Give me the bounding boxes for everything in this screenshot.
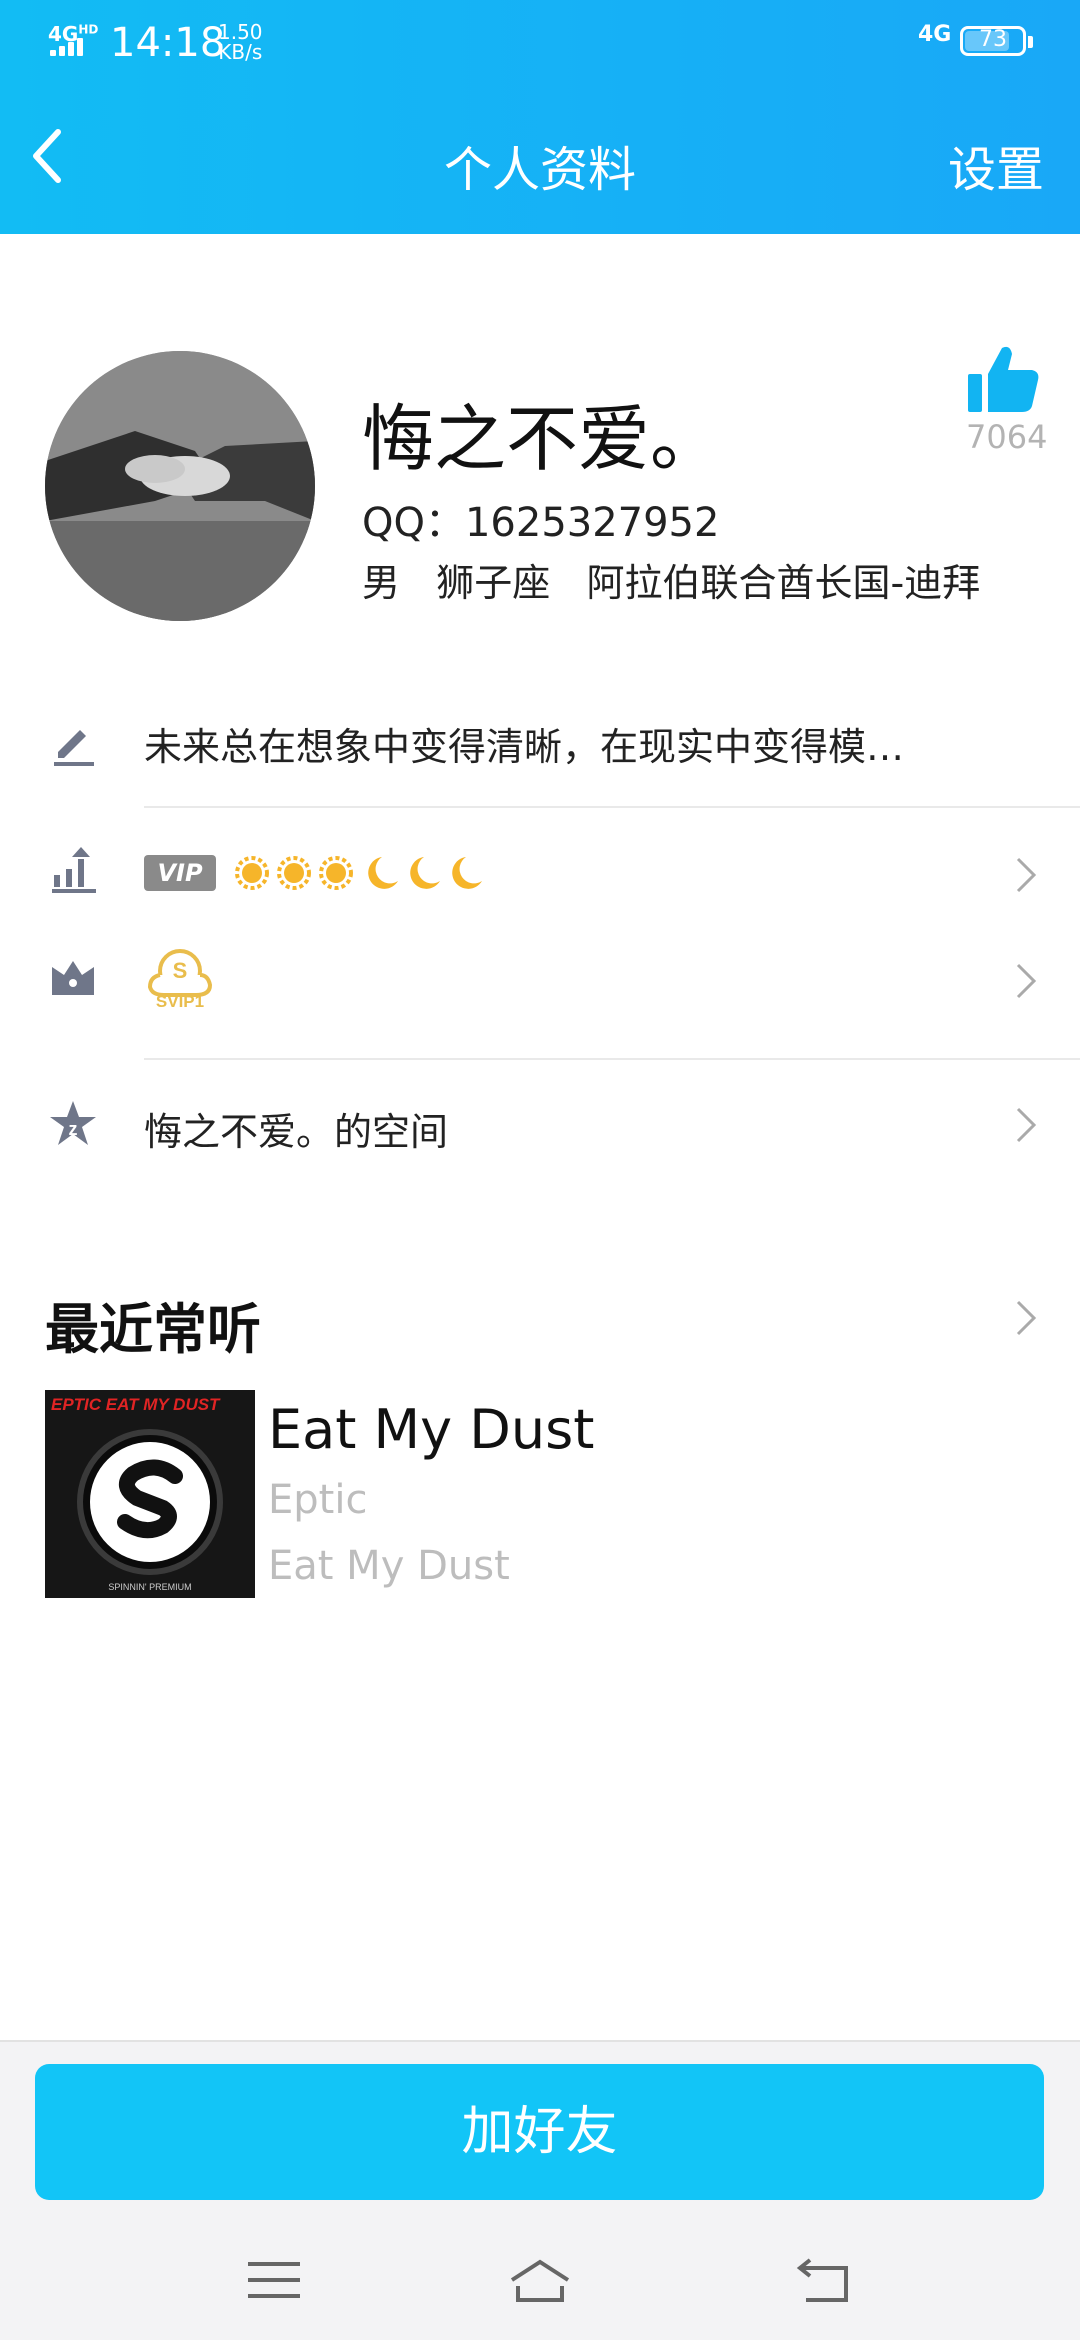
svg-text:S: S [173, 958, 188, 983]
header: 4GHD 14:18 1.50 KB/s 4G 73 个人资料 设置 [0, 0, 1080, 234]
svg-text:SPINNIN' PREMIUM: SPINNIN' PREMIUM [108, 1582, 191, 1592]
signature-text: 未来总在想象中变得清晰，在现实中变得模… [144, 725, 905, 769]
signature-row[interactable]: 未来总在想象中变得清晰，在现实中变得模… [0, 706, 1080, 778]
nickname: 悔之不爱。 [362, 397, 723, 481]
space-row[interactable]: z 悔之不爱。的空间 [0, 1095, 1080, 1155]
home-icon[interactable] [508, 2256, 572, 2306]
vip-level-icons [235, 856, 482, 890]
svg-text:EPTIC EAT MY DUST: EPTIC EAT MY DUST [51, 1395, 221, 1414]
sun-icon [277, 856, 311, 890]
vip-badge: VIP [144, 855, 216, 891]
zodiac: 狮子座 [436, 561, 551, 605]
space-label: 悔之不爱。的空间 [144, 1110, 449, 1154]
moon-icon [368, 857, 398, 889]
status-time: 14:18 [110, 20, 226, 66]
song-album: Eat My Dust [268, 1543, 510, 1589]
song-artist: Eptic [268, 1477, 368, 1523]
album-cover[interactable]: EPTIC EAT MY DUST SPINNIN' PREMIUM [45, 1390, 255, 1598]
svip-row[interactable]: S SVIP1 [0, 945, 1080, 1015]
sun-icon [235, 856, 269, 890]
divider [144, 806, 1080, 808]
svg-text:z: z [69, 1119, 78, 1139]
chevron-right-icon [1016, 963, 1037, 999]
menu-icon[interactable] [244, 2256, 304, 2306]
status-bar: 4GHD 14:18 1.50 KB/s 4G 73 [0, 0, 1080, 90]
crown-icon [52, 961, 94, 995]
add-friend-button[interactable]: 加好友 [35, 2064, 1044, 2200]
divider [144, 1058, 1080, 1060]
chevron-right-icon [1016, 857, 1037, 893]
recent-section-title: 最近常听 [45, 1298, 261, 1361]
chevron-right-icon [1016, 1107, 1037, 1143]
qq-number: QQ：1625327952 [362, 500, 720, 546]
thumbs-up-icon[interactable] [966, 344, 1040, 414]
network-speed: 1.50 KB/s [218, 20, 263, 64]
edit-icon [54, 730, 94, 766]
cell-type: 4G [918, 22, 952, 47]
page-title: 个人资料 [443, 142, 636, 198]
sun-icon [319, 856, 353, 890]
avatar[interactable] [45, 351, 315, 621]
moon-icon [452, 857, 482, 889]
moon-icon [410, 857, 440, 889]
vip-row[interactable]: VIP [0, 845, 1080, 901]
svip-badge-icon: S SVIP1 [147, 949, 213, 1009]
battery-icon: 73 [960, 26, 1033, 56]
profile-meta: 男 狮子座 阿拉伯联合酋长国-迪拜 [362, 552, 980, 607]
likes-count: 7064 [966, 418, 1048, 456]
location: 阿拉伯联合酋长国-迪拜 [586, 561, 981, 605]
song-title[interactable]: Eat My Dust [268, 1398, 594, 1461]
level-up-icon [52, 847, 96, 893]
gender: 男 [362, 561, 401, 605]
back-nav-icon[interactable] [796, 2256, 856, 2306]
qzone-star-icon: z [50, 1101, 96, 1145]
svg-text:SVIP1: SVIP1 [156, 992, 204, 1009]
bottom-bar: 加好友 [0, 2040, 1080, 2340]
chevron-right-icon[interactable] [1014, 1298, 1038, 1338]
settings-button[interactable]: 设置 [948, 130, 1044, 200]
